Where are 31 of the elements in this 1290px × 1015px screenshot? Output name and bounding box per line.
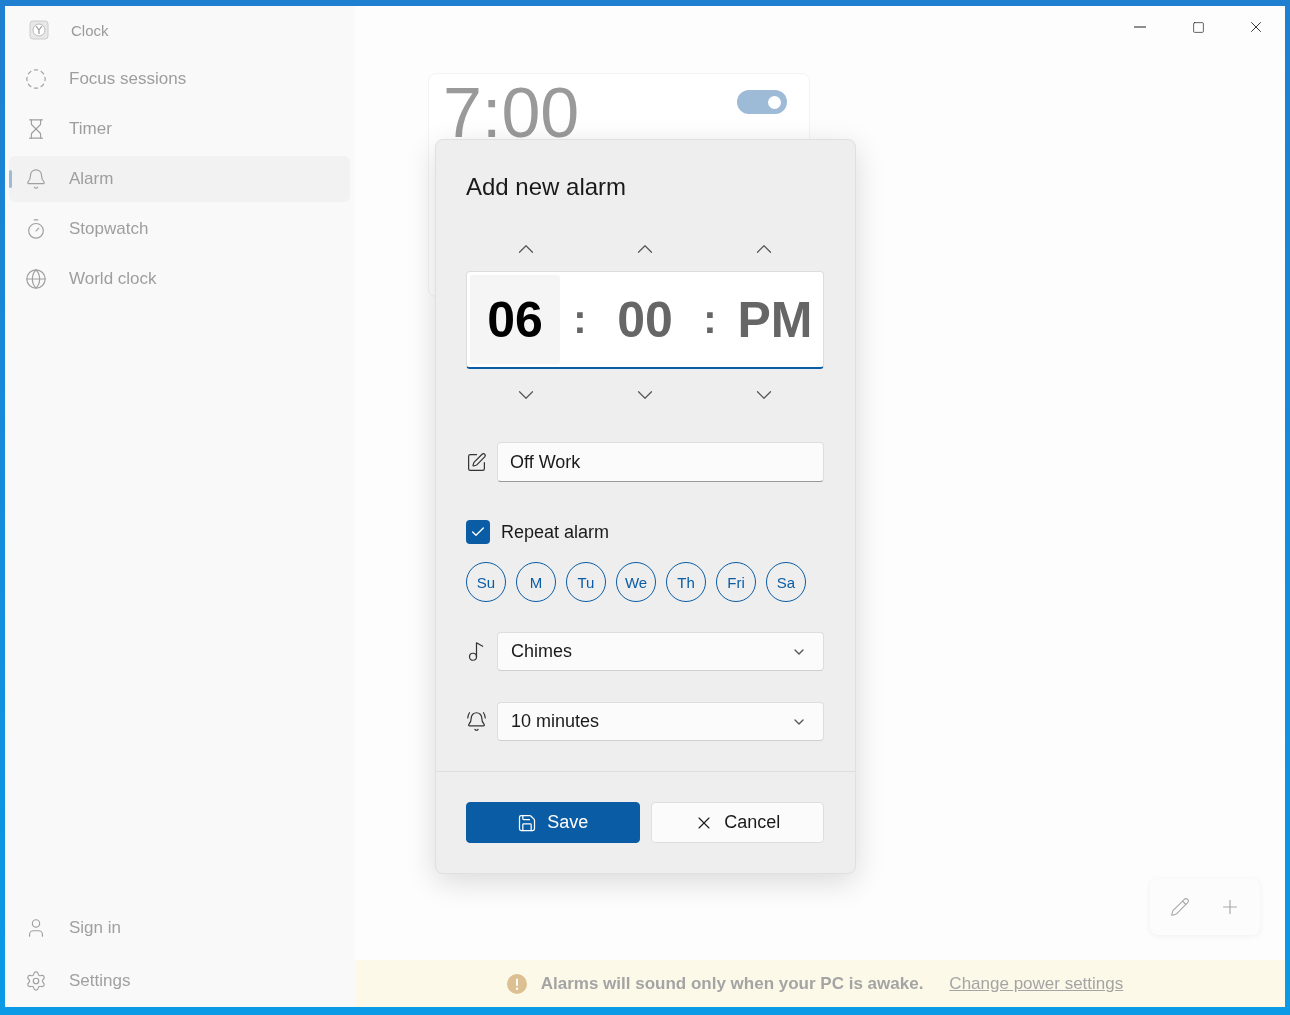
cancel-button[interactable]: Cancel [650, 802, 824, 843]
app-title: Clock [71, 21, 109, 39]
alarm-name-field[interactable]: Off Work [497, 442, 824, 482]
save-button[interactable]: Save [466, 802, 640, 843]
time-segment[interactable]: 06 [470, 275, 560, 364]
minimize-icon [1134, 26, 1146, 28]
dialog-title: Add new alarm [466, 173, 628, 201]
snooze-icon [466, 711, 487, 732]
stopwatch-icon [25, 218, 47, 240]
time-segment[interactable]: PM [730, 275, 820, 364]
notice-message: Alarms will sound only when your PC is awake. [540, 973, 924, 994]
time-separator: : [572, 296, 588, 343]
time-segment[interactable]: 00 [600, 275, 690, 364]
maximize-icon [1191, 20, 1205, 34]
sound-dropdown[interactable]: Chimes [497, 632, 824, 671]
pencil-icon [1170, 897, 1190, 917]
bell-icon [25, 168, 47, 190]
snooze-dropdown[interactable]: 10 minutes [497, 702, 824, 741]
selection-indicator [9, 170, 12, 188]
time-picker[interactable]: 06 : 00 : PM [466, 271, 824, 369]
alarm-time: 7:00 [443, 78, 580, 148]
time-separator: : [702, 296, 718, 343]
settings-icon [25, 969, 47, 992]
warning-icon [506, 973, 527, 994]
repeat-checkbox[interactable] [466, 520, 490, 544]
repeat-label: Repeat alarm [501, 521, 610, 543]
globe-icon [25, 268, 47, 290]
dashed-circle-icon [25, 68, 47, 90]
alarm-toggle[interactable] [737, 90, 787, 114]
edit-icon [466, 451, 487, 473]
clock-app-icon [29, 20, 49, 40]
